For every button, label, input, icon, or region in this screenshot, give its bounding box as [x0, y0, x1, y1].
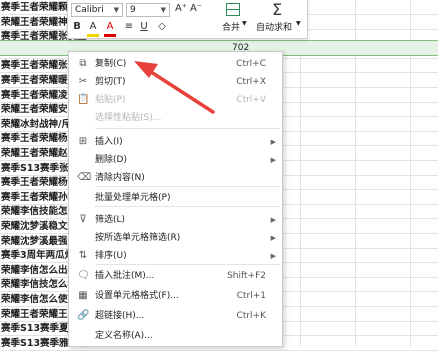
filter-selected-icon	[77, 232, 89, 244]
menu-item-shortcut: Ctrl+K	[236, 311, 266, 321]
menu-separator	[95, 128, 280, 129]
paint-bucket-icon[interactable]: ◇	[156, 20, 168, 34]
chevron-down-icon: ▼	[160, 6, 166, 14]
menu-item-label: 按所选单元格筛选(R)	[95, 233, 181, 243]
paste-icon: 📋	[77, 94, 90, 105]
menu-item-define-name[interactable]: 定义名称(A)...	[69, 326, 282, 346]
menu-item-label: 插入(I)	[95, 137, 123, 147]
hyperlink-icon: 🔗	[77, 310, 90, 321]
menu-item-shortcut: Ctrl+C	[236, 59, 266, 69]
paste-special-icon	[77, 112, 89, 124]
batch-icon	[77, 192, 89, 204]
delete-icon	[77, 154, 89, 166]
menu-item-label: 剪切(T)	[95, 77, 126, 87]
menu-item-label: 粘贴(P)	[95, 95, 126, 105]
font-size-select[interactable]: 9 ▼	[126, 3, 170, 17]
align-button[interactable]: ≡	[123, 20, 135, 34]
menu-item-label: 排序(U)	[95, 251, 127, 261]
font-name-select[interactable]: Calibri ▼	[71, 3, 123, 17]
clear-icon: ⌫	[77, 172, 92, 183]
menu-item-label: 筛选(L)	[95, 215, 126, 225]
menu-item-filter[interactable]: ⊽ 筛选(L) ▶	[69, 210, 282, 230]
copy-icon: ⧉	[79, 58, 87, 69]
menu-item-shortcut: Shift+F2	[227, 271, 266, 281]
chevron-right-icon: ▶	[270, 216, 276, 224]
context-menu: ⧉ 复制(C) Ctrl+C ✂ 剪切(T) Ctrl+X 📋 粘贴(P) Ctrl+V 选择性粘…	[68, 51, 283, 347]
menu-item-cut[interactable]: ✂ 剪切(T) Ctrl+X	[69, 72, 282, 92]
menu-item-label: 插入批注(M)...	[95, 271, 155, 281]
cut-icon: ✂	[78, 76, 88, 87]
menu-item-delete[interactable]: 删除(D) ▶	[69, 150, 282, 170]
fill-color-button[interactable]: A	[87, 20, 99, 37]
chevron-right-icon: ▶	[270, 156, 276, 164]
merge-cells-icon-line	[226, 9, 240, 10]
menu-item-label: 定义名称(A)...	[95, 331, 153, 341]
chevron-down-icon: ▼	[242, 20, 247, 27]
menu-item-label: 设置单元格格式(F)...	[95, 291, 179, 301]
menu-item-comment[interactable]: 🗨 插入批注(M)... Shift+F2	[69, 266, 282, 286]
insert-icon: ⊞	[78, 136, 88, 147]
mini-format-toolbar: Calibri ▼ 9 ▼ A⁺ A⁻ B A A ≡ U ◇ 合并 ▼ Σ 自…	[67, 0, 308, 39]
menu-item-label: 选择性粘贴(S)...	[95, 113, 162, 123]
menu-item-sort[interactable]: ⇅ 排序(U) ▶	[69, 246, 282, 266]
menu-separator	[95, 206, 280, 207]
sort-icon: ⇅	[78, 250, 88, 261]
format-cells-icon: ▦	[78, 290, 88, 301]
menu-item-copy[interactable]: ⧉ 复制(C) Ctrl+C	[69, 54, 282, 74]
menu-item-label: 批量处理单元格(P)	[95, 193, 171, 203]
menu-item-clear[interactable]: ⌫ 清除内容(N)	[69, 168, 282, 188]
menu-item-label: 复制(C)	[95, 59, 127, 69]
menu-item-batch[interactable]: 批量处理单元格(P)	[69, 188, 282, 208]
shrink-font-button[interactable]: A⁻	[189, 2, 203, 16]
sigma-icon: Σ	[272, 0, 283, 19]
font-color-button[interactable]: A	[104, 20, 116, 37]
menu-item-filter-selected[interactable]: 按所选单元格筛选(R) ▶	[69, 228, 282, 248]
menu-item-insert[interactable]: ⊞ 插入(I) ▶	[69, 132, 282, 152]
menu-item-format-cells[interactable]: ▦ 设置单元格格式(F)... Ctrl+1	[69, 286, 282, 306]
menu-item-label: 清除内容(N)	[95, 173, 145, 183]
chevron-right-icon: ▶	[270, 234, 276, 242]
menu-item-label: 超链接(H)...	[95, 311, 145, 321]
menu-item-paste-special[interactable]: 选择性粘贴(S)...	[69, 108, 282, 128]
chevron-down-icon: ▼	[113, 6, 119, 14]
grow-font-button[interactable]: A⁺	[174, 2, 188, 16]
menu-separator	[95, 264, 280, 265]
merge-button[interactable]: 合并 ▼	[218, 2, 248, 36]
filter-icon: ⊽	[79, 214, 87, 225]
underline-button[interactable]: U	[138, 20, 150, 34]
bold-button[interactable]: B	[71, 20, 83, 34]
merge-label: 合并	[222, 23, 241, 33]
comment-icon: 🗨	[77, 270, 90, 281]
chevron-right-icon: ▶	[270, 252, 276, 260]
menu-item-label: 删除(D)	[95, 155, 127, 165]
autosum-label: 自动求和	[256, 23, 293, 33]
menu-item-shortcut: Ctrl+X	[236, 77, 266, 87]
menu-separator	[95, 186, 280, 187]
define-name-icon	[77, 330, 89, 342]
chevron-down-icon: ▼	[296, 20, 301, 27]
menu-item-hyperlink[interactable]: 🔗 超链接(H)... Ctrl+K	[69, 306, 282, 326]
menu-item-paste[interactable]: 📋 粘贴(P) Ctrl+V	[69, 90, 282, 110]
font-size-value: 9	[130, 5, 136, 15]
autosum-button[interactable]: Σ 自动求和 ▼	[254, 0, 306, 36]
menu-item-shortcut: Ctrl+1	[236, 291, 266, 301]
font-name-value: Calibri	[75, 5, 104, 15]
menu-item-shortcut: Ctrl+V	[236, 95, 266, 105]
chevron-right-icon: ▶	[270, 138, 276, 146]
